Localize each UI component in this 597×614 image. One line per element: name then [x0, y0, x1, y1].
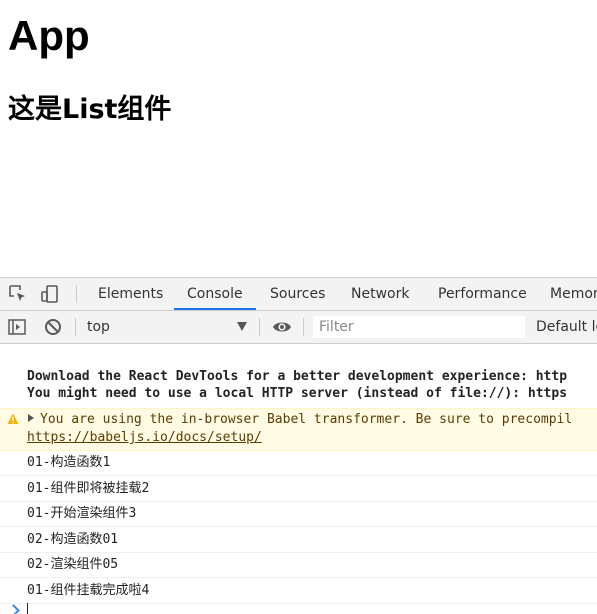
dropdown-arrow-icon — [237, 322, 247, 331]
log-text: 02-构造函数01 — [27, 532, 119, 547]
console-log-row: 01-构造函数1 — [0, 450, 597, 476]
warning-text: You are using the in-browser Babel trans… — [40, 412, 573, 427]
console-log-row: 01-组件挂载完成啦4 — [0, 578, 597, 604]
log-text: 01-开始渲染组件3 — [27, 506, 137, 521]
toolbar-divider — [75, 318, 76, 336]
expand-triangle-icon[interactable] — [28, 414, 34, 422]
warning-icon — [7, 413, 19, 424]
page-title: App — [8, 12, 90, 59]
tab-sources[interactable]: Sources — [270, 278, 325, 310]
tab-memory[interactable]: Memor — [550, 278, 597, 310]
console-log-row: 01-组件即将被挂载2 — [0, 476, 597, 502]
console-info-message: Download the React DevTools for a better… — [27, 369, 568, 384]
toolbar-divider — [76, 285, 77, 303]
tab-elements[interactable]: Elements — [98, 278, 163, 310]
console-info-message: You might need to use a local HTTP serve… — [27, 386, 568, 401]
devtools-panel: Elements Console Sources Network Perform… — [0, 277, 597, 614]
log-text: 01-构造函数1 — [27, 455, 111, 470]
log-text: 02-渲染组件05 — [27, 557, 119, 572]
eye-icon[interactable] — [272, 317, 292, 337]
console-input[interactable] — [27, 603, 28, 614]
log-levels-dropdown[interactable]: Default le — [536, 311, 597, 343]
inspect-element-icon[interactable] — [8, 284, 28, 304]
context-selector-value: top — [87, 319, 110, 335]
console-toolbar: top Default le — [0, 311, 597, 344]
toolbar-divider — [303, 318, 304, 336]
console-log-row: 02-渲染组件05 — [0, 552, 597, 578]
console-output: Download the React DevTools for a better… — [0, 344, 597, 614]
devtools-tabbar: Elements Console Sources Network Perform… — [0, 278, 597, 311]
log-text: 01-组件挂载完成啦4 — [27, 583, 150, 598]
log-text: 01-组件即将被挂载2 — [27, 481, 150, 496]
tab-performance[interactable]: Performance — [438, 278, 527, 310]
app-page: App 这是List组件 — [0, 0, 597, 277]
list-heading: 这是List组件 — [8, 94, 172, 125]
console-log-row: 02-构造函数01 — [0, 527, 597, 553]
console-log-row: 01-开始渲染组件3 — [0, 501, 597, 527]
device-toolbar-icon[interactable] — [40, 284, 60, 304]
tab-network[interactable]: Network — [351, 278, 409, 310]
context-selector[interactable]: top — [79, 315, 255, 339]
filter-input[interactable] — [313, 316, 525, 338]
console-warning-message: You are using the in-browser Babel trans… — [0, 408, 597, 451]
clear-console-icon[interactable] — [43, 317, 63, 337]
sidebar-toggle-icon[interactable] — [7, 317, 27, 337]
tab-console[interactable]: Console — [174, 278, 256, 310]
warning-link[interactable]: https://babeljs.io/docs/setup/ — [27, 429, 262, 446]
toolbar-divider — [259, 318, 260, 336]
